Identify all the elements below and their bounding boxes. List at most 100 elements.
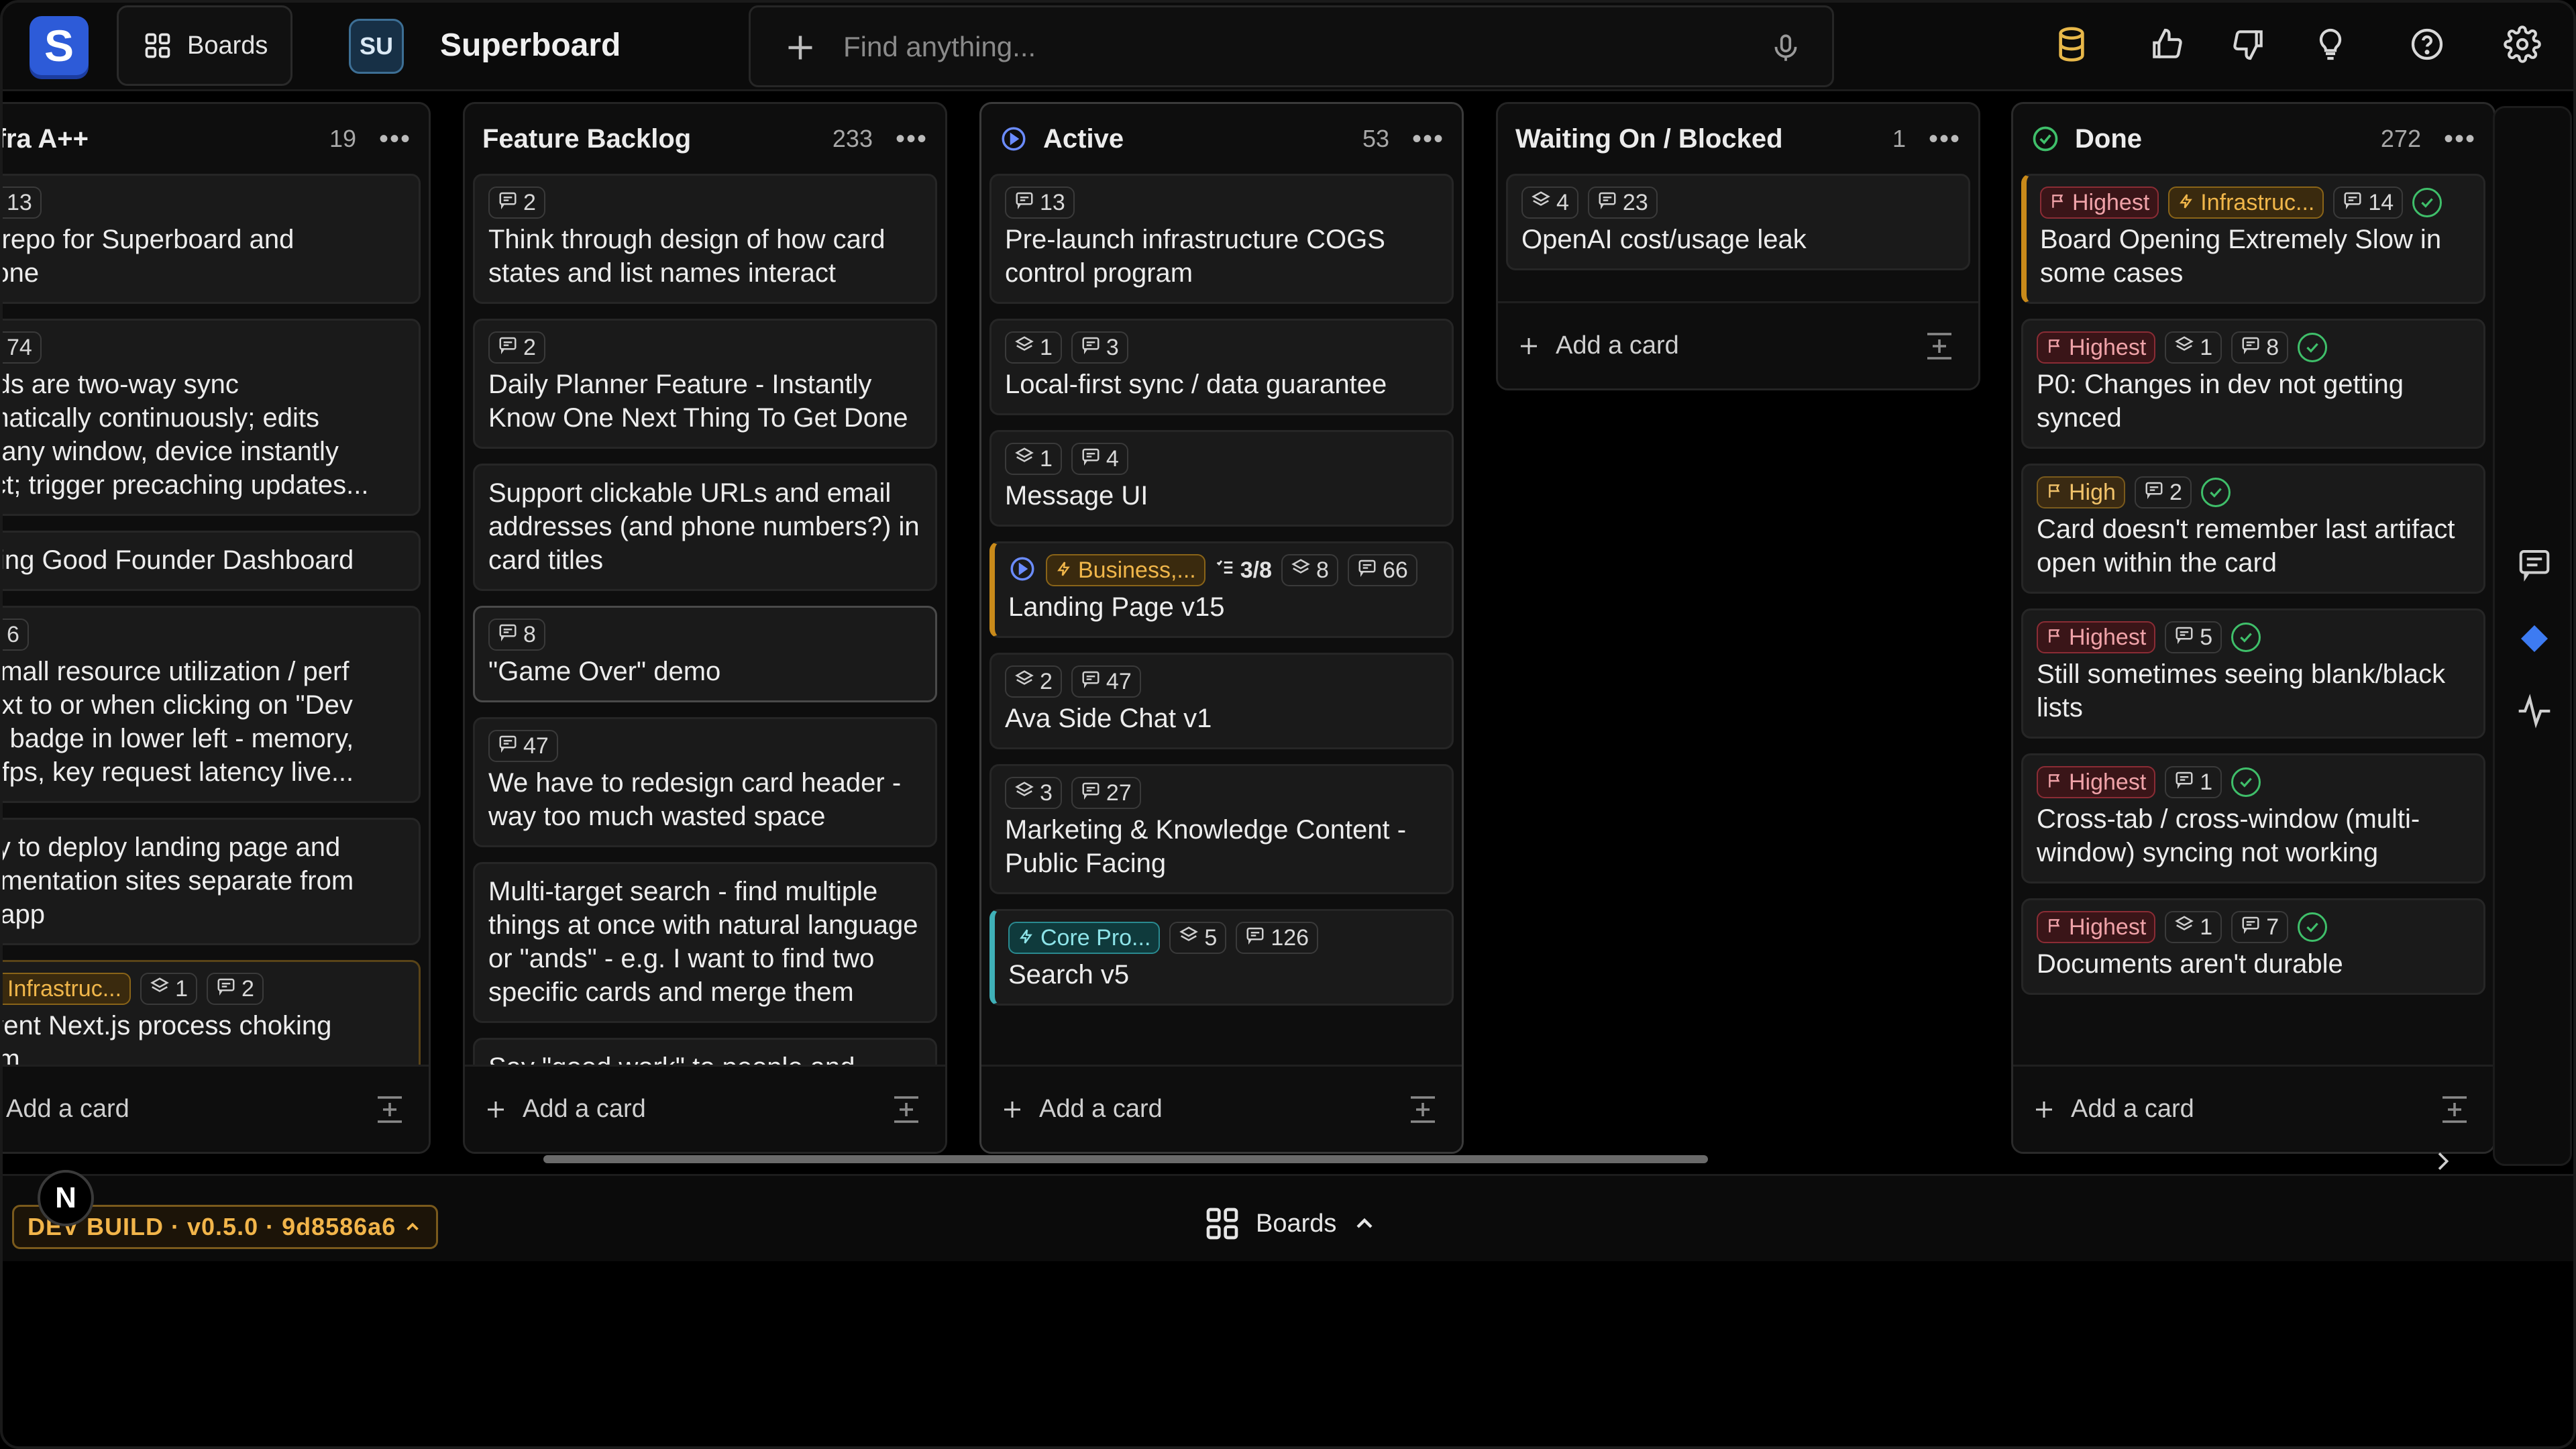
card-title[interactable]: Say "good work" to people and [488, 1051, 922, 1065]
card[interactable]: 8 "Game Over" demo [473, 606, 937, 702]
list-title[interactable]: Feature Backlog [482, 124, 833, 154]
card[interactable]: 3 27 Marketing & Knowledge Content - Publ… [989, 764, 1454, 894]
list-header[interactable]: Feature Backlog 233 ••• [465, 104, 945, 174]
plus-icon[interactable] [780, 28, 820, 68]
card-title[interactable]: Multi-target search - find multiple thin… [488, 875, 922, 1009]
list-menu-icon[interactable]: ••• [1929, 124, 1961, 154]
collapse-list-icon[interactable] [1919, 326, 1960, 366]
collapse-list-icon[interactable] [370, 1089, 410, 1130]
card[interactable]: Highest 1 Cross-tab / cross-window (multi… [2021, 753, 2485, 883]
microphone-icon[interactable] [1769, 32, 1803, 65]
activity-icon[interactable] [2515, 692, 2554, 731]
collapse-list-icon[interactable] [886, 1089, 926, 1130]
card-title[interactable]: Pre-launch infrastructure COGS control p… [1005, 223, 1438, 290]
card-title[interactable]: Support clickable URLs and email address… [488, 476, 922, 577]
card-title[interactable]: ards are two-way sync omatically continu… [3, 368, 405, 502]
list-menu-icon[interactable]: ••• [2444, 124, 2476, 154]
horizontal-scrollbar[interactable] [543, 1155, 1708, 1163]
card-title[interactable]: t small resource utilization / perf next… [3, 655, 405, 789]
add-card-button[interactable]: Add a card [484, 1095, 886, 1124]
card[interactable]: Multi-target search - find multiple thin… [473, 862, 937, 1023]
list-header[interactable]: Done 272 ••• [2013, 104, 2493, 174]
list-title[interactable]: Active [1043, 124, 1362, 154]
card[interactable]: 14 Message UI [989, 430, 1454, 527]
list-header[interactable]: /Infra A++ 19 ••• [3, 104, 429, 174]
card-title[interactable]: Cross-tab / cross-window (multi- window)… [2037, 802, 2470, 869]
card-title[interactable]: norepo for Superboard and u.one [3, 223, 405, 290]
card[interactable]: Infrastruc... 1 2 event Next.js process ch… [3, 960, 421, 1065]
add-card-button[interactable]: Add a card [3, 1095, 370, 1124]
label-core-product-badge[interactable]: Core Pro... [1008, 922, 1161, 954]
card[interactable]: 4 23 OpenAI cost/usage leak [1506, 174, 1970, 270]
card[interactable]: 74 ards are two-way sync omatically cont… [3, 319, 421, 516]
card[interactable]: Business,... 3/8 8 66 Landing Page v15 [989, 541, 1454, 638]
card[interactable]: Highest 1 8 P0: Changes in dev not getting… [2021, 319, 2485, 449]
card[interactable]: 47 We have to redesign card header - way… [473, 717, 937, 847]
list-title[interactable]: /Infra A++ [3, 124, 329, 154]
search-input[interactable] [843, 23, 1715, 70]
diamond-icon[interactable] [2515, 619, 2554, 658]
app-logo[interactable]: S [30, 16, 89, 75]
search-bar[interactable] [749, 5, 1834, 87]
card-title[interactable]: Search v5 [1008, 958, 1438, 991]
card[interactable]: 13 Pre-launch infrastructure COGS contro… [989, 174, 1454, 304]
chat-icon[interactable] [2515, 544, 2554, 583]
boards-switcher[interactable]: Boards [1203, 1199, 1378, 1248]
card-title[interactable]: Marketing & Knowledge Content - Public F… [1005, 813, 1438, 880]
card-title[interactable]: Documents aren't durable [2037, 947, 2470, 981]
add-card-button[interactable]: Add a card [1517, 331, 1919, 360]
boards-button[interactable]: Boards [117, 5, 292, 86]
card-title[interactable]: Local-first sync / data guarantee [1005, 368, 1438, 401]
card[interactable]: cking Good Founder Dashboard [3, 531, 421, 591]
card-title[interactable]: We have to redesign card header - way to… [488, 766, 922, 833]
card[interactable]: 13 Local-first sync / data guarantee [989, 319, 1454, 415]
card[interactable]: 13 norepo for Superboard and u.one [3, 174, 421, 304]
priority-high-badge[interactable]: High [2037, 476, 2125, 508]
label-infrastructure-badge[interactable]: Infrastruc... [3, 973, 131, 1005]
card[interactable]: Highest 1 7 Documents aren't durable [2021, 898, 2485, 995]
priority-highest-badge[interactable]: Highest [2037, 621, 2156, 653]
settings-gear-icon[interactable] [2501, 23, 2544, 66]
card-title[interactable]: Think through design of how card states … [488, 223, 922, 290]
list-header[interactable]: Waiting On / Blocked 1 ••• [1498, 104, 1978, 174]
card[interactable]: Core Pro... 5 126 Search v5 [989, 909, 1454, 1006]
card-title[interactable]: ility to deploy landing page and cumenta… [3, 830, 405, 931]
card[interactable]: Highest 5 Still sometimes seeing blank/bl… [2021, 608, 2485, 739]
list-menu-icon[interactable]: ••• [1412, 124, 1444, 154]
collapse-list-icon[interactable] [1403, 1089, 1443, 1130]
card-title[interactable]: event Next.js process choking tem [3, 1009, 405, 1065]
add-card-button[interactable]: Add a card [2032, 1095, 2434, 1124]
list-header[interactable]: Active 53 ••• [981, 104, 1462, 174]
collapse-list-icon[interactable] [2434, 1089, 2475, 1130]
list-title[interactable]: Waiting On / Blocked [1515, 124, 1892, 154]
card[interactable]: 6 t small resource utilization / perf ne… [3, 606, 421, 803]
lightbulb-icon[interactable] [2309, 23, 2352, 66]
thumbs-up-icon[interactable] [2145, 23, 2188, 66]
add-card-button[interactable]: Add a card [1000, 1095, 1403, 1124]
card[interactable]: High 2 Card doesn't remember last artifac… [2021, 464, 2485, 594]
board-title[interactable]: Superboard [440, 27, 621, 64]
card[interactable]: 2 47 Ava Side Chat v1 [989, 653, 1454, 749]
priority-highest-badge[interactable]: Highest [2037, 766, 2156, 798]
card[interactable]: 2 Think through design of how card state… [473, 174, 937, 304]
workspace-avatar[interactable]: SU [349, 19, 404, 74]
user-avatar[interactable]: N [38, 1170, 94, 1226]
priority-highest-badge[interactable]: Highest [2037, 331, 2156, 364]
card-title[interactable]: Daily Planner Feature - Instantly Know O… [488, 368, 922, 435]
priority-highest-badge[interactable]: Highest [2040, 186, 2159, 219]
scroll-right-arrow-icon[interactable] [2426, 1144, 2459, 1178]
card-title[interactable]: OpenAI cost/usage leak [1521, 223, 1955, 256]
card-title[interactable]: Card doesn't remember last artifact open… [2037, 513, 2470, 580]
card-title[interactable]: P0: Changes in dev not getting synced [2037, 368, 2470, 435]
help-icon[interactable] [2406, 23, 2449, 66]
card-title[interactable]: Landing Page v15 [1008, 590, 1438, 624]
list-menu-icon[interactable]: ••• [896, 124, 928, 154]
card-title[interactable]: cking Good Founder Dashboard [3, 543, 405, 577]
card-title[interactable]: Message UI [1005, 479, 1438, 513]
list-menu-icon[interactable]: ••• [379, 124, 411, 154]
label-business-badge[interactable]: Business,... [1046, 554, 1205, 586]
card-title[interactable]: Board Opening Extremely Slow in some cas… [2040, 223, 2470, 290]
card-title[interactable]: Still sometimes seeing blank/black lists [2037, 657, 2470, 724]
list-title[interactable]: Done [2075, 124, 2381, 154]
card[interactable]: Highest Infrastruc... 14 Board Opening Ext… [2021, 174, 2485, 304]
